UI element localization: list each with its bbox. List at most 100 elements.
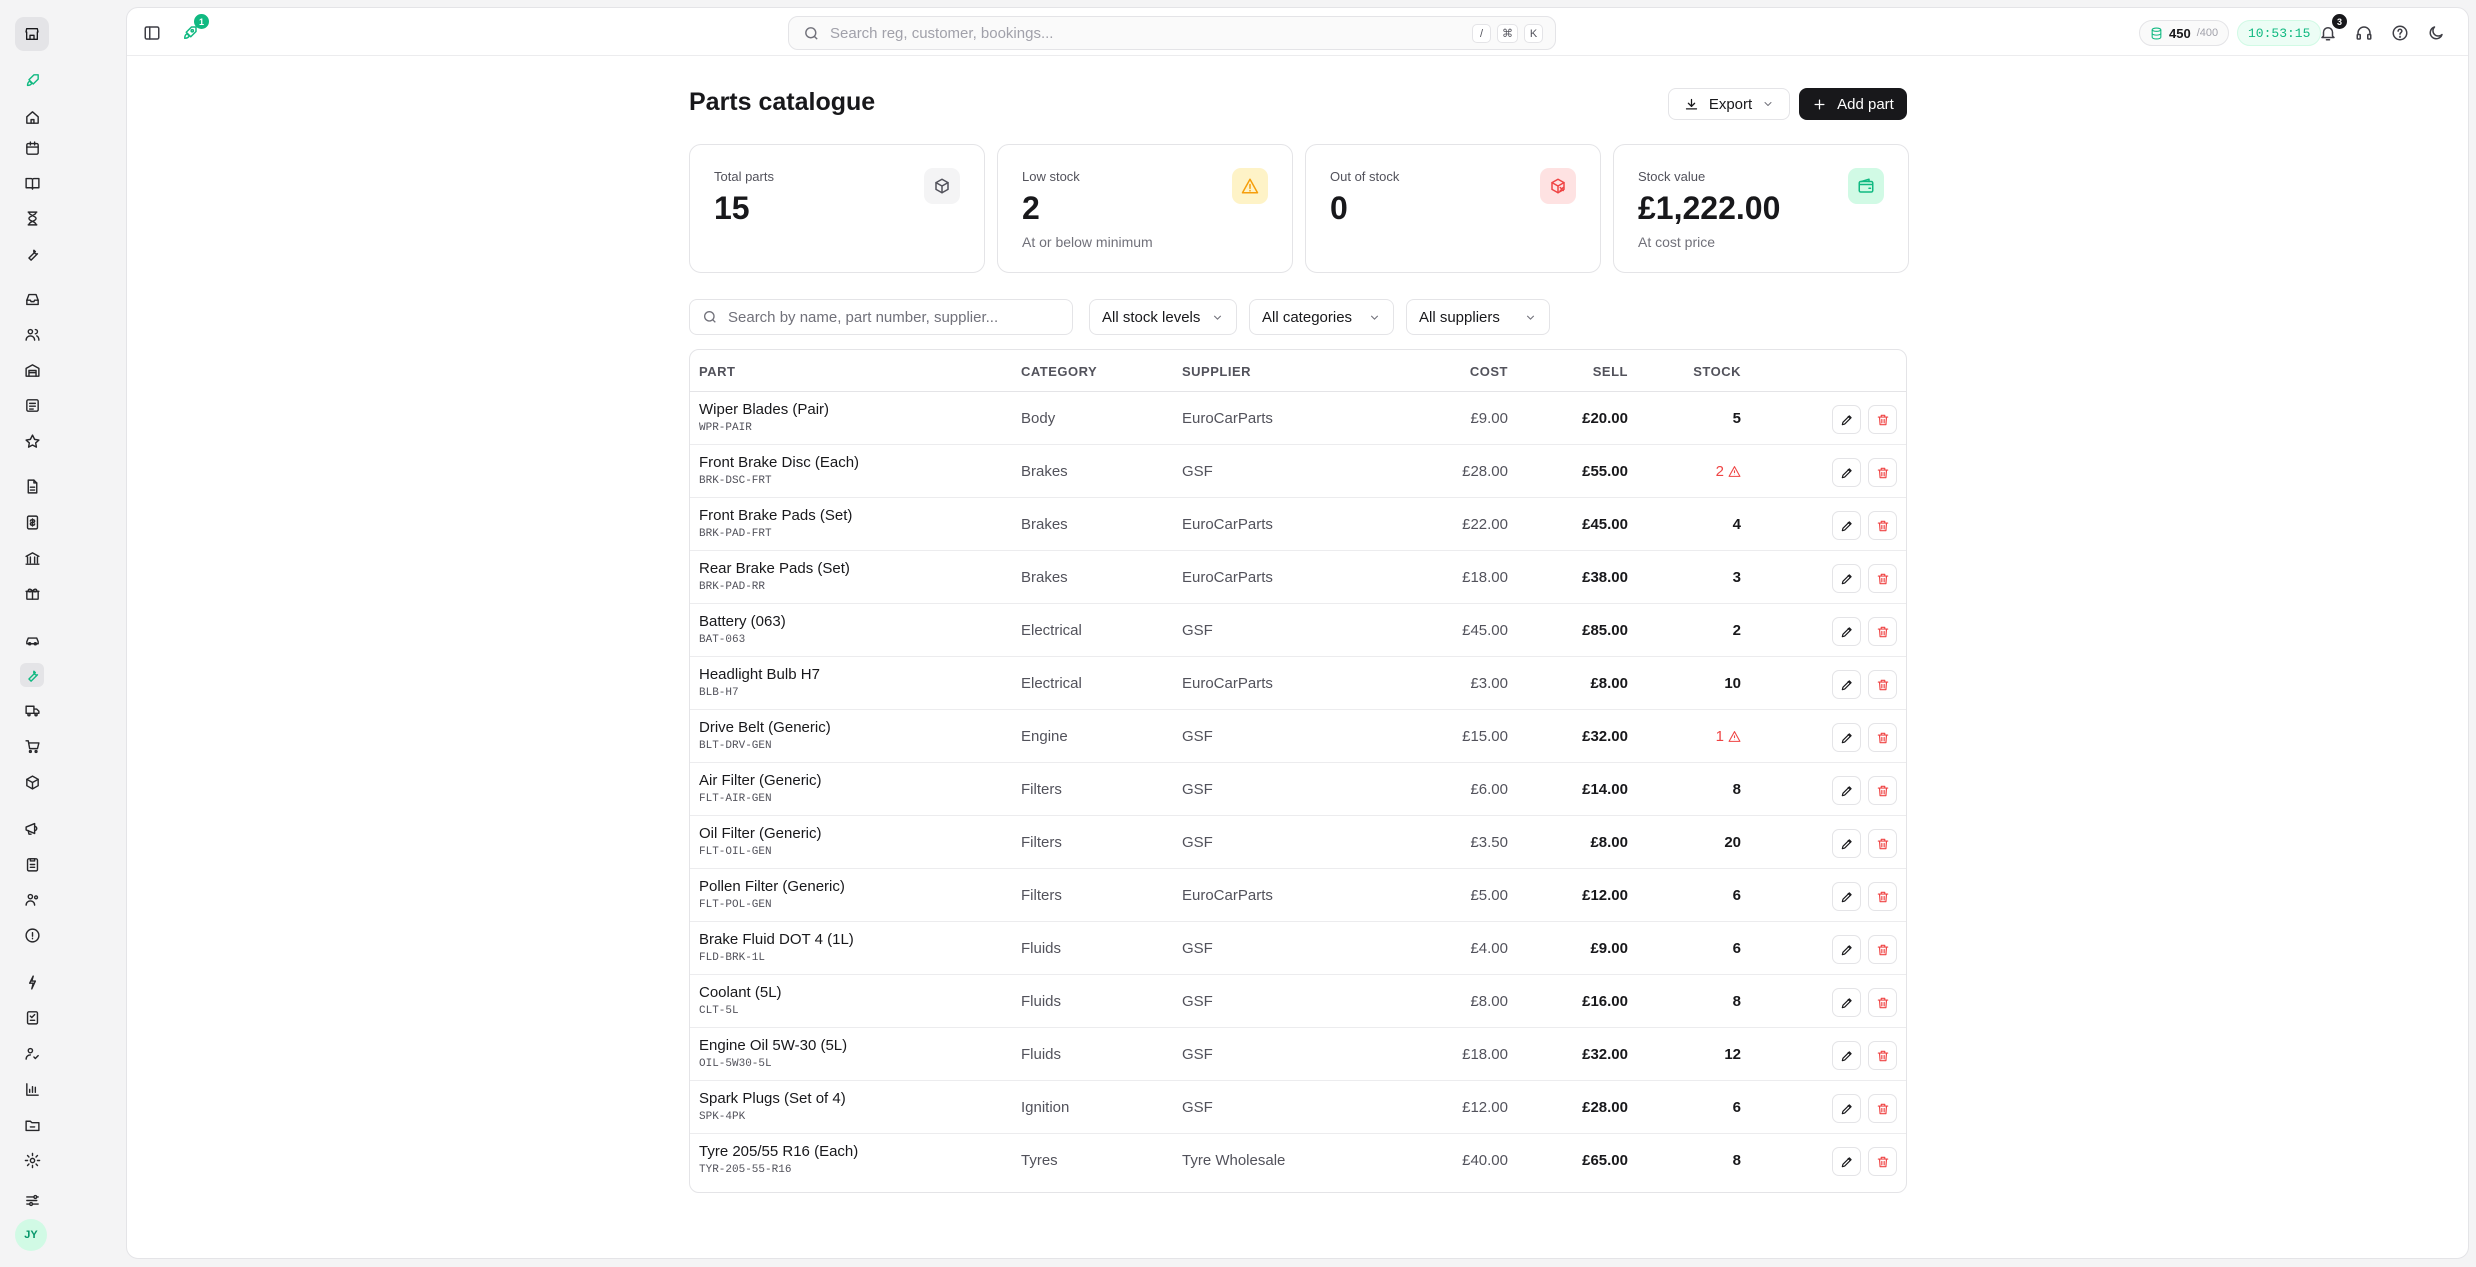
team-icon[interactable] — [20, 887, 44, 911]
parts-search-input[interactable] — [728, 308, 1058, 326]
invoice-icon[interactable] — [20, 510, 44, 534]
edit-part-icon[interactable] — [1832, 405, 1861, 434]
col-sell[interactable]: SELL — [1593, 364, 1628, 379]
rocket-icon[interactable] — [20, 68, 44, 92]
integrations-icon[interactable] — [20, 970, 44, 994]
headset-icon[interactable] — [2351, 20, 2377, 46]
gift-icon[interactable] — [20, 581, 44, 605]
delete-part-icon[interactable] — [1868, 405, 1897, 434]
home-icon[interactable] — [20, 105, 44, 129]
delete-part-icon[interactable] — [1868, 935, 1897, 964]
cart-icon[interactable] — [20, 734, 44, 758]
edit-part-icon[interactable] — [1832, 617, 1861, 646]
add-part-button[interactable]: Add part — [1799, 88, 1907, 120]
delete-part-icon[interactable] — [1868, 988, 1897, 1017]
clipboard-icon[interactable] — [20, 852, 44, 876]
table-row[interactable]: Drive Belt (Generic) BLT-DRV-GEN Engine GSF… — [690, 710, 1906, 763]
edit-part-icon[interactable] — [1832, 511, 1861, 540]
user-check-icon[interactable] — [20, 1041, 44, 1065]
car-icon[interactable] — [20, 627, 44, 651]
table-row[interactable]: Pollen Filter (Generic) FLT-POL-GEN Filter… — [690, 869, 1906, 922]
table-row[interactable]: Coolant (5L) CLT-5L Fluids GSF £8.00 £16.00 8 — [690, 975, 1906, 1028]
delete-part-icon[interactable] — [1868, 458, 1897, 487]
user-avatar[interactable]: JY — [15, 1219, 47, 1251]
info-icon[interactable] — [20, 923, 44, 947]
document-icon[interactable] — [20, 393, 44, 417]
table-row[interactable]: Front Brake Disc (Each) BRK-DSC-FRT Brakes… — [690, 445, 1906, 498]
megaphone-icon[interactable] — [20, 816, 44, 840]
table-row[interactable]: Brake Fluid DOT 4 (1L) FLD-BRK-1L Fluids GS… — [690, 922, 1906, 975]
export-button[interactable]: Export — [1668, 88, 1790, 120]
delete-part-icon[interactable] — [1868, 882, 1897, 911]
table-row[interactable]: Battery (063) BAT-063 Electrical GSF £45.00 £… — [690, 604, 1906, 657]
warehouse-icon[interactable] — [20, 358, 44, 382]
edit-part-icon[interactable] — [1832, 988, 1861, 1017]
col-category[interactable]: CATEGORY — [1021, 364, 1097, 379]
rocket-icon[interactable]: 1 — [177, 14, 209, 46]
edit-part-icon[interactable] — [1832, 1041, 1861, 1070]
users-icon[interactable] — [20, 322, 44, 346]
truck-icon[interactable] — [20, 698, 44, 722]
settings-icon[interactable] — [20, 1148, 44, 1172]
global-search-input[interactable] — [830, 24, 1430, 42]
sliders-icon[interactable] — [20, 1188, 44, 1212]
bell-icon[interactable]: 3 — [2315, 14, 2347, 46]
package-icon[interactable] — [20, 770, 44, 794]
app-logo-icon[interactable] — [15, 17, 49, 51]
table-row[interactable]: Front Brake Pads (Set) BRK-PAD-FRT Brakes E… — [690, 498, 1906, 551]
delete-part-icon[interactable] — [1868, 776, 1897, 805]
stock-level-filter[interactable]: All stock levels — [1089, 299, 1237, 335]
book-icon[interactable] — [20, 171, 44, 195]
credits-pill[interactable]: 450 /400 — [2139, 20, 2230, 46]
table-row[interactable]: Wiper Blades (Pair) WPR-PAIR Body EuroCarPa… — [690, 392, 1906, 445]
inbox-icon[interactable] — [20, 287, 44, 311]
edit-part-icon[interactable] — [1832, 1094, 1861, 1123]
col-cost[interactable]: COST — [1470, 364, 1508, 379]
wrench-active-icon[interactable] — [20, 663, 44, 687]
table-row[interactable]: Air Filter (Generic) FLT-AIR-GEN Filters GS… — [690, 763, 1906, 816]
col-part[interactable]: PART — [699, 364, 735, 379]
checklist-icon[interactable] — [20, 1005, 44, 1029]
delete-part-icon[interactable] — [1868, 670, 1897, 699]
help-icon[interactable] — [2387, 20, 2413, 46]
edit-part-icon[interactable] — [1832, 882, 1861, 911]
delete-part-icon[interactable] — [1868, 564, 1897, 593]
category-filter[interactable]: All categories — [1249, 299, 1394, 335]
wrench-icon[interactable] — [20, 242, 44, 266]
edit-part-icon[interactable] — [1832, 1147, 1861, 1176]
parts-search[interactable] — [689, 299, 1073, 335]
delete-part-icon[interactable] — [1868, 511, 1897, 540]
folder-icon[interactable] — [20, 1113, 44, 1137]
delete-part-icon[interactable] — [1868, 617, 1897, 646]
edit-part-icon[interactable] — [1832, 935, 1861, 964]
delete-part-icon[interactable] — [1868, 829, 1897, 858]
table-row[interactable]: Spark Plugs (Set of 4) SPK-4PK Ignition GSF… — [690, 1081, 1906, 1134]
delete-part-icon[interactable] — [1868, 1147, 1897, 1176]
edit-part-icon[interactable] — [1832, 458, 1861, 487]
edit-part-icon[interactable] — [1832, 723, 1861, 752]
delete-part-icon[interactable] — [1868, 723, 1897, 752]
table-row[interactable]: Headlight Bulb H7 BLB-H7 Electrical EuroCar… — [690, 657, 1906, 710]
calendar-icon[interactable] — [20, 136, 44, 160]
delete-part-icon[interactable] — [1868, 1041, 1897, 1070]
dark-mode-icon[interactable] — [2423, 20, 2449, 46]
edit-part-icon[interactable] — [1832, 776, 1861, 805]
hourglass-icon[interactable] — [20, 206, 44, 230]
edit-part-icon[interactable] — [1832, 670, 1861, 699]
chart-icon[interactable] — [20, 1077, 44, 1101]
global-search[interactable]: / ⌘ K — [788, 16, 1556, 50]
edit-part-icon[interactable] — [1832, 829, 1861, 858]
col-supplier[interactable]: SUPPLIER — [1182, 364, 1251, 379]
table-row[interactable]: Oil Filter (Generic) FLT-OIL-GEN Filters GS… — [690, 816, 1906, 869]
table-row[interactable]: Rear Brake Pads (Set) BRK-PAD-RR Brakes Eur… — [690, 551, 1906, 604]
star-icon[interactable] — [20, 429, 44, 453]
delete-part-icon[interactable] — [1868, 1094, 1897, 1123]
file-icon[interactable] — [20, 474, 44, 498]
supplier-filter[interactable]: All suppliers — [1406, 299, 1550, 335]
table-row[interactable]: Engine Oil 5W-30 (5L) OIL-5W30-5L Fluids GS… — [690, 1028, 1906, 1081]
edit-part-icon[interactable] — [1832, 564, 1861, 593]
col-stock[interactable]: STOCK — [1693, 364, 1741, 379]
table-row[interactable]: Tyre 205/55 R16 (Each) TYR-205-55-R16 Tyre… — [690, 1134, 1906, 1187]
bank-icon[interactable] — [20, 546, 44, 570]
sidebar-toggle-icon[interactable] — [139, 20, 165, 46]
